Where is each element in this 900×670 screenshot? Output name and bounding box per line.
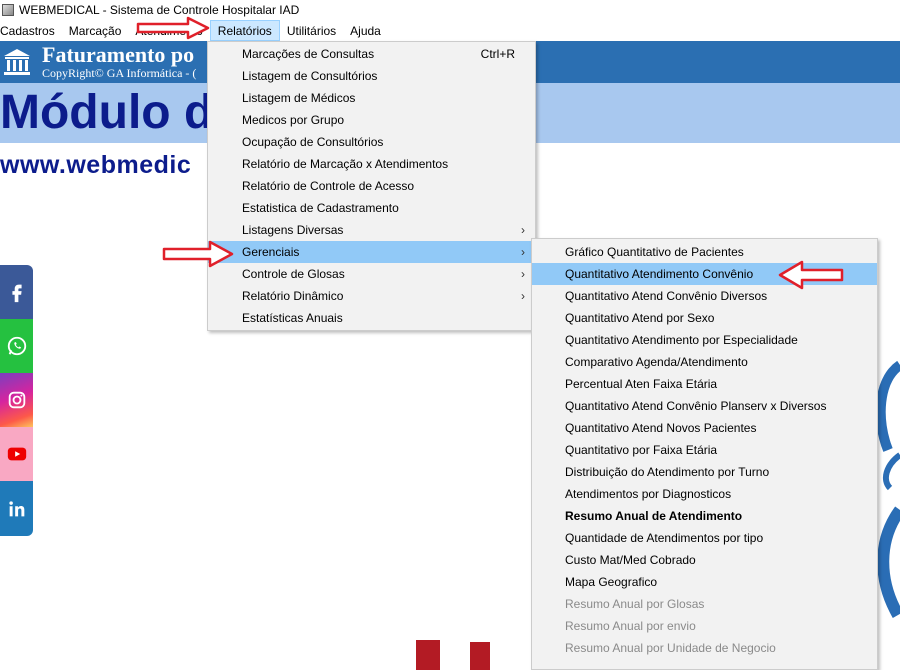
- youtube-button[interactable]: [0, 427, 33, 481]
- chevron-right-icon: ›: [521, 223, 525, 237]
- submenu-item-mapa-geografico[interactable]: Mapa Geografico: [532, 571, 877, 593]
- menu-ajuda[interactable]: Ajuda: [343, 20, 388, 41]
- menu-utilitarios[interactable]: Utilitários: [280, 20, 343, 41]
- submenu-item-comparativo-agenda[interactable]: Comparativo Agenda/Atendimento: [532, 351, 877, 373]
- whatsapp-button[interactable]: [0, 319, 33, 373]
- chevron-right-icon: ›: [521, 245, 525, 259]
- app-icon: [2, 4, 14, 16]
- submenu-item-quantidade-por-tipo[interactable]: Quantidade de Atendimentos por tipo: [532, 527, 877, 549]
- youtube-icon: [7, 447, 26, 461]
- menu-item-gerenciais[interactable]: Gerenciais ›: [208, 241, 535, 263]
- menu-cadastros[interactable]: Cadastros: [0, 20, 62, 41]
- annotation-arrow-right-icon: [162, 240, 234, 268]
- submenu-item-quantitativo-sexo[interactable]: Quantitativo Atend por Sexo: [532, 307, 877, 329]
- menu-item-marcacoes-consultas[interactable]: Marcações de Consultas Ctrl+R: [208, 43, 535, 65]
- title-bar: WEBMEDICAL - Sistema de Controle Hospita…: [0, 0, 900, 20]
- submenu-item-quantitativo-especialidade[interactable]: Quantitativo Atendimento por Especialida…: [532, 329, 877, 351]
- menu-item-label: Gerenciais: [242, 245, 300, 259]
- submenu-item-novos-pacientes[interactable]: Quantitativo Atend Novos Pacientes: [532, 417, 877, 439]
- menu-item-controle-acesso[interactable]: Relatório de Controle de Acesso: [208, 175, 535, 197]
- menu-item-label: Listagem de Consultórios: [242, 69, 378, 83]
- shortcut-label: Ctrl+R: [480, 47, 515, 61]
- facebook-button[interactable]: [0, 265, 33, 319]
- menu-item-label: Controle de Glosas: [242, 267, 345, 281]
- whatsapp-icon: [7, 336, 26, 356]
- menu-relatorios[interactable]: Relatórios: [209, 20, 280, 41]
- menu-item-label: Marcações de Consultas: [242, 47, 375, 61]
- linkedin-icon: [8, 500, 24, 516]
- menu-item-listagem-medicos[interactable]: Listagem de Médicos: [208, 87, 535, 109]
- annotation-arrow-right-icon: [136, 16, 210, 40]
- banner-title: Faturamento po: [42, 42, 195, 67]
- submenu-item-quantitativo-faixa-etaria[interactable]: Quantitativo por Faixa Etária: [532, 439, 877, 461]
- menu-item-estatisticas-anuais[interactable]: Estatísticas Anuais: [208, 307, 535, 329]
- menu-item-estatistica-cadastramento[interactable]: Estatistica de Cadastramento: [208, 197, 535, 219]
- menu-item-label: Listagem de Médicos: [242, 91, 356, 105]
- instagram-button[interactable]: [0, 373, 33, 427]
- menu-item-listagens-diversas[interactable]: Listagens Diversas ›: [208, 219, 535, 241]
- menu-item-label: Relatório de Marcação x Atendimentos: [242, 157, 449, 171]
- menu-item-ocupacao-consultorios[interactable]: Ocupação de Consultórios: [208, 131, 535, 153]
- submenu-item-resumo-unidade-negocio: Resumo Anual por Unidade de Negocio: [565, 641, 776, 655]
- annotation-arrow-left-icon: [778, 260, 844, 290]
- menu-item-medicos-grupo[interactable]: Medicos por Grupo: [208, 109, 535, 131]
- menu-bar: Cadastros Marcação Atendimento Relatório…: [0, 20, 900, 41]
- facebook-icon: [11, 284, 22, 303]
- menu-item-relatorio-dinamico[interactable]: Relatório Dinâmico ›: [208, 285, 535, 307]
- banner-copyright: CopyRight© GA Informática - (: [42, 66, 197, 80]
- submenu-item-planserv-diversos[interactable]: Quantitativo Atend Convênio Planserv x D…: [532, 395, 877, 417]
- submenu-item-custo-matmed[interactable]: Custo Mat/Med Cobrado: [532, 549, 877, 571]
- menu-item-controle-glosas[interactable]: Controle de Glosas ›: [208, 263, 535, 285]
- menu-item-marcacao-atendimentos[interactable]: Relatório de Marcação x Atendimentos: [208, 153, 535, 175]
- submenu-item-resumo-envio: Resumo Anual por envio: [565, 619, 696, 633]
- chevron-right-icon: ›: [521, 267, 525, 281]
- module-title: Módulo d: [0, 86, 214, 139]
- instagram-icon: [8, 391, 25, 409]
- menu-item-label: Estatísticas Anuais: [242, 311, 343, 325]
- menu-marcacao[interactable]: Marcação: [62, 20, 129, 41]
- menu-item-label: Ocupação de Consultórios: [242, 135, 384, 149]
- menu-item-label: Relatório Dinâmico: [242, 289, 344, 303]
- submenu-item-resumo-glosas: Resumo Anual por Glosas: [565, 597, 705, 611]
- window-title: WEBMEDICAL - Sistema de Controle Hospita…: [19, 3, 300, 17]
- chevron-right-icon: ›: [521, 289, 525, 303]
- linkedin-button[interactable]: [0, 481, 33, 536]
- submenu-item-distribuicao-turno[interactable]: Distribuição do Atendimento por Turno: [532, 461, 877, 483]
- website-link[interactable]: www.webmedic: [0, 151, 191, 180]
- submenu-item-percentual-faixa-etaria[interactable]: Percentual Aten Faixa Etária: [532, 373, 877, 395]
- submenu-item-atendimentos-diagnosticos[interactable]: Atendimentos por Diagnosticos: [532, 483, 877, 505]
- submenu-item-resumo-anual-atendimento[interactable]: Resumo Anual de Atendimento: [532, 505, 877, 527]
- menu-item-label: Medicos por Grupo: [242, 113, 345, 127]
- gerenciais-submenu: Gráfico Quantitativo de Pacientes Quanti…: [531, 238, 878, 670]
- menu-item-listagem-consultorios[interactable]: Listagem de Consultórios: [208, 65, 535, 87]
- menu-item-label: Estatistica de Cadastramento: [242, 201, 399, 215]
- relatorios-dropdown: Marcações de Consultas Ctrl+R Listagem d…: [207, 41, 536, 331]
- bank-building-icon: [4, 49, 30, 75]
- menu-item-label: Relatório de Controle de Acesso: [242, 179, 415, 193]
- menu-item-label: Listagens Diversas: [242, 223, 344, 237]
